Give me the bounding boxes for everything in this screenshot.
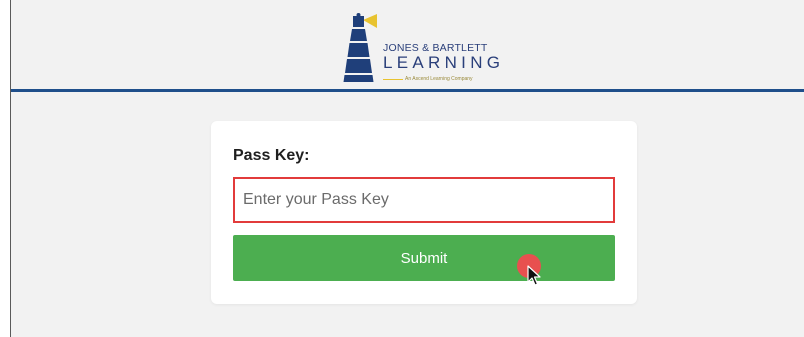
page-frame: JONES & BARTLETT LEARNING An Ascend Lear…	[10, 0, 804, 337]
brand-name-line2: LEARNING	[383, 53, 505, 72]
passkey-input[interactable]	[233, 177, 615, 223]
mouse-cursor-icon	[527, 265, 541, 286]
brand-rule	[383, 79, 403, 80]
lighthouse-icon	[343, 13, 377, 82]
passkey-card: Pass Key: Submit	[211, 121, 637, 304]
passkey-label: Pass Key:	[233, 147, 310, 164]
submit-button[interactable]: Submit	[233, 235, 615, 281]
brand-tagline: An Ascend Learning Company	[405, 76, 473, 82]
jones-bartlett-logo[interactable]: JONES & BARTLETT LEARNING An Ascend Lear…	[343, 12, 513, 84]
site-header: JONES & BARTLETT LEARNING An Ascend Lear…	[11, 0, 804, 92]
